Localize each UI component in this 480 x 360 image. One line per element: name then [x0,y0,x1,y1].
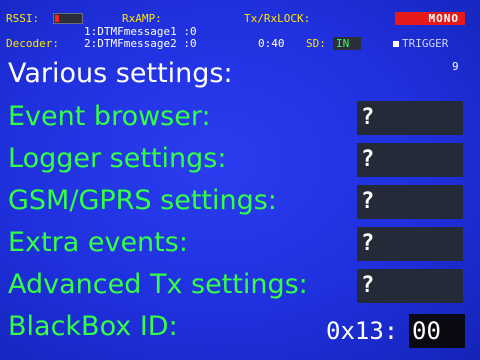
sd-label: SD: [306,37,326,50]
device-screen: RSSI: RxAMP: Tx/RxLOCK: MONO 1:DTMFmessa… [0,0,480,360]
rxamp-label: RxAMP: [122,12,162,25]
mode-badge: MONO [395,12,465,25]
extra-events-label: Extra events: [8,227,188,258]
extra-events-button[interactable]: ? [357,227,463,261]
advanced-tx-settings-button[interactable]: ? [357,269,463,303]
trigger-label: TRIGGER [402,37,449,50]
rssi-level [55,15,59,22]
logger-settings-label: Logger settings: [8,143,227,174]
blackbox-id-label: BlackBox ID: [8,311,178,342]
rssi-meter [53,13,83,24]
decoder-line-2: 2:DTMFmessage2 :0 [84,37,197,50]
txrxlock-label: Tx/RxLOCK: [244,12,311,25]
decoder-label: Decoder: [6,37,59,50]
logger-settings-button[interactable]: ? [357,143,463,177]
gsm-gprs-settings-button[interactable]: ? [357,185,463,219]
sd-status: IN [333,37,361,50]
blackbox-id-prefix: 0x13: [326,317,399,345]
event-browser-label: Event browser: [8,101,211,132]
rssi-label: RSSI: [6,12,40,25]
advanced-tx-settings-label: Advanced Tx settings: [8,269,308,300]
page-number: 9 [452,60,459,73]
blackbox-id-field[interactable]: 00 [409,314,465,348]
event-browser-button[interactable]: ? [357,101,463,135]
trigger-indicator-icon [393,41,399,47]
page-title: Various settings: [8,58,233,89]
time-readout: 0:40 [258,37,285,50]
gsm-gprs-settings-label: GSM/GPRS settings: [8,185,277,216]
